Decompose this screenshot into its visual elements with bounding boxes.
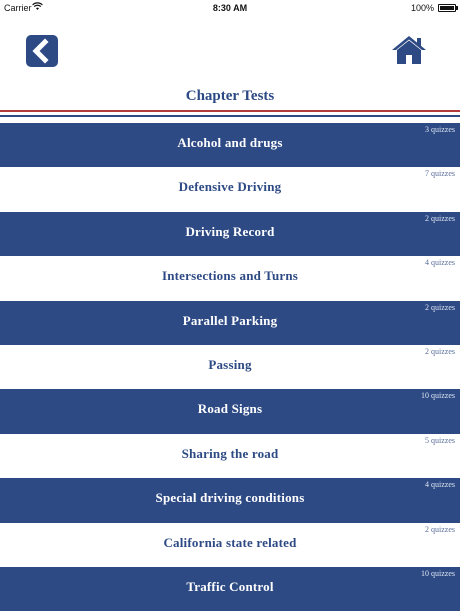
chapter-name: Alcohol and drugs — [177, 135, 283, 150]
home-icon — [392, 36, 426, 64]
chapter-row-defensive-driving[interactable]: 7 quizzes Defensive Driving — [0, 167, 460, 212]
divider-red — [0, 110, 460, 112]
chapter-name: Driving Record — [185, 223, 275, 239]
chapter-name: Special driving conditions — [155, 490, 305, 506]
quiz-count: 2 quizzes — [425, 346, 455, 356]
chapter-name: Road Signs — [197, 401, 263, 417]
chapter-row-road-signs[interactable]: 10 quizzes Road Signs — [0, 389, 460, 434]
chevron-left-icon — [26, 35, 58, 67]
quiz-count: 4 quizzes — [425, 480, 455, 490]
quiz-count: 2 quizzes — [425, 213, 455, 223]
quiz-count: 2 quizzes — [425, 524, 455, 534]
battery-icon — [438, 4, 456, 12]
chapter-name: Defensive Driving — [178, 179, 282, 195]
chapter-row-parallel-parking[interactable]: 2 quizzes Parallel Parking — [0, 300, 460, 345]
chapter-name: Traffic Control — [186, 578, 274, 594]
chapter-list: 3 quizzes Alcohol and drugs 7 quizzes De… — [0, 123, 460, 612]
chapter-row-intersections-and-turns[interactable]: 4 quizzes Intersections and Turns — [0, 256, 460, 301]
chapter-row-driving-record[interactable]: 2 quizzes Driving Record — [0, 211, 460, 257]
chapter-name: Sharing the road — [181, 445, 279, 461]
divider-blue — [0, 115, 460, 117]
chapter-row-sharing-the-road[interactable]: 5 quizzes Sharing the road — [0, 433, 460, 479]
chapter-row-special-driving-conditions[interactable]: 4 quizzes Special driving conditions — [0, 478, 460, 523]
home-button[interactable] — [390, 34, 428, 66]
chapter-row-california-state-related[interactable]: 2 quizzes California state related — [0, 522, 460, 567]
quiz-count: 4 quizzes — [425, 258, 455, 268]
quiz-count: 5 quizzes — [425, 435, 455, 445]
quiz-count: 2 quizzes — [425, 302, 455, 312]
battery-percent: 100% — [410, 3, 434, 13]
quiz-count: 10 quizzes — [421, 391, 455, 401]
status-time: 8:30 AM — [212, 3, 248, 13]
chapter-name: Passing — [208, 356, 252, 372]
chapter-row-traffic-control[interactable]: 10 quizzes Traffic Control — [0, 566, 460, 612]
quiz-count: 7 quizzes — [425, 169, 455, 179]
chapter-row-alcohol-and-drugs[interactable]: 3 quizzes Alcohol and drugs — [0, 123, 460, 168]
chapter-name: California state related — [163, 534, 297, 550]
quiz-count: 3 quizzes — [425, 125, 455, 134]
page-title: Chapter Tests — [185, 88, 275, 104]
chapter-name: Parallel Parking — [182, 312, 278, 328]
chapter-name: Intersections and Turns — [161, 268, 299, 284]
back-button[interactable] — [26, 35, 58, 67]
quiz-count: 10 quizzes — [421, 568, 455, 578]
status-bar: Carrier 8:30 AM 100% — [0, 0, 460, 16]
chapter-row-passing[interactable]: 2 quizzes Passing — [0, 344, 460, 390]
